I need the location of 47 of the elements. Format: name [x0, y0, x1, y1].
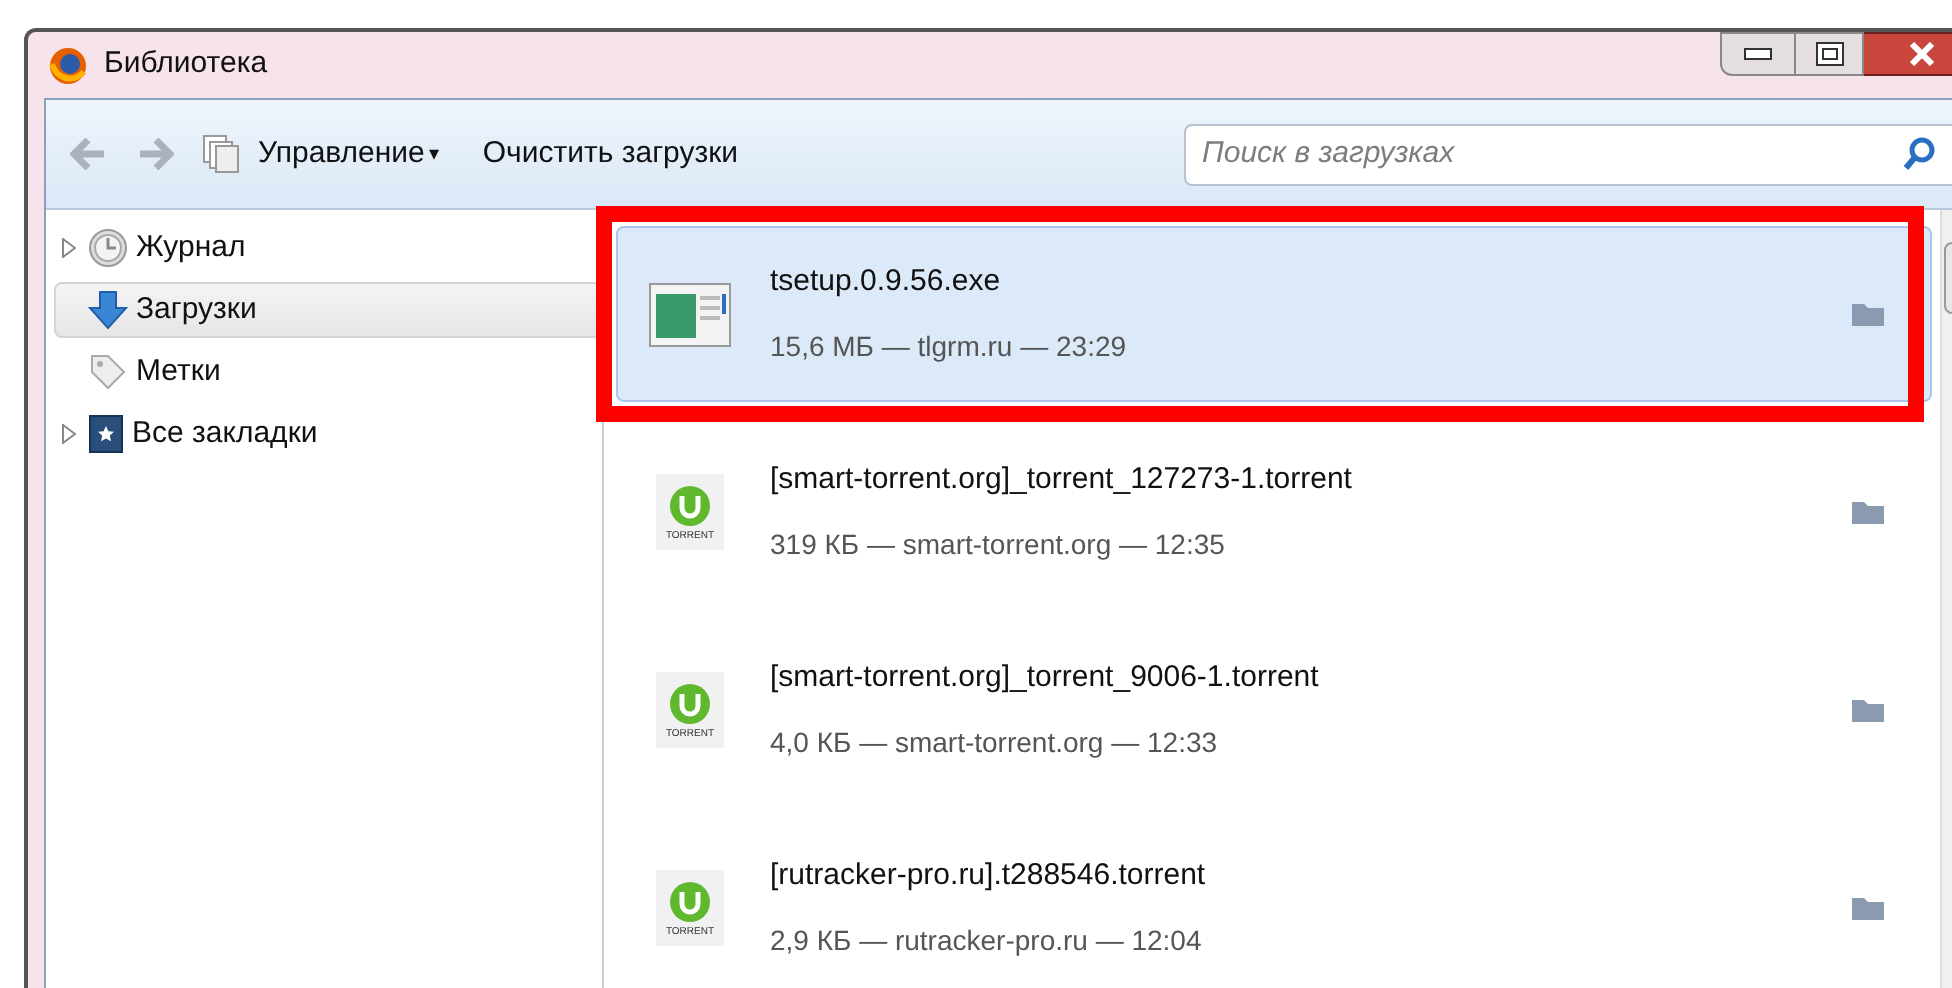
expand-triangle-icon[interactable] — [61, 238, 75, 258]
clear-downloads-button[interactable]: Очистить загрузки — [482, 131, 739, 177]
download-details: 15,6 МБ — tlgrm.ru — 23:29 — [770, 327, 1127, 366]
expand-triangle-icon[interactable] — [61, 424, 75, 444]
forward-arrow-icon[interactable] — [138, 138, 174, 170]
stacked-pages-icon — [202, 134, 242, 174]
download-details: 4,0 КБ — smart-torrent.org — 12:33 — [770, 723, 1220, 762]
download-details: 2,9 КБ — rutracker-pro.ru — 12:04 — [770, 921, 1204, 960]
download-arrow-icon — [88, 290, 128, 330]
program-window-icon — [648, 278, 732, 350]
folder-icon[interactable] — [1850, 300, 1886, 328]
clock-icon — [88, 228, 128, 268]
file-name: [smart-torrent.org]_torrent_127273-1.torrent — [770, 460, 1352, 501]
sidebar-label: Метки — [136, 351, 221, 392]
tag-icon — [88, 352, 128, 392]
search-field[interactable]: Поиск в загрузках — [1184, 123, 1952, 185]
search-input[interactable]: Поиск в загрузках — [1202, 131, 1902, 177]
close-button[interactable] — [1864, 32, 1952, 76]
torrent-logo-icon — [668, 483, 712, 527]
file-name: tsetup.0.9.56.exe — [770, 262, 1003, 303]
window-title: Библиотека — [104, 44, 268, 85]
bookmark-book-icon — [88, 414, 124, 454]
sidebar-label: Журнал — [136, 227, 246, 268]
sidebar-item[interactable]: Журнал — [54, 220, 602, 276]
minimize-icon — [1744, 48, 1772, 60]
back-arrow-icon[interactable] — [70, 138, 106, 170]
torrent-logo-icon — [668, 879, 712, 923]
folder-icon[interactable] — [1850, 696, 1886, 724]
sidebar-label: Все закладки — [132, 413, 318, 454]
file-name: [smart-torrent.org]_torrent_9006-1.torrent — [770, 658, 1319, 699]
firefox-logo-icon — [48, 45, 88, 85]
download-item[interactable]: tsetup.0.9.56.exe 15,6 МБ — tlgrm.ru — 23:29 — [616, 226, 1932, 402]
search-icon — [1902, 136, 1938, 172]
download-details: 319 КБ — smart-torrent.org — 12:35 — [770, 525, 1227, 564]
folder-icon[interactable] — [1850, 894, 1886, 922]
sidebar-item[interactable]: Все закладки — [54, 406, 602, 462]
sidebar-item[interactable]: Метки — [54, 344, 602, 400]
maximize-button[interactable] — [1796, 32, 1864, 76]
minimize-button[interactable] — [1720, 32, 1796, 76]
manage-menu-button[interactable]: Управление▾ — [258, 131, 439, 177]
sidebar-item[interactable]: Загрузки — [54, 282, 602, 338]
file-name: [rutracker-pro.ru].t288546.torrent — [770, 856, 1206, 897]
folder-icon[interactable] — [1850, 498, 1886, 526]
close-icon — [1908, 42, 1936, 66]
torrent-logo-icon — [668, 681, 712, 725]
sidebar-label: Загрузки — [136, 289, 257, 330]
maximize-icon — [1815, 42, 1843, 66]
